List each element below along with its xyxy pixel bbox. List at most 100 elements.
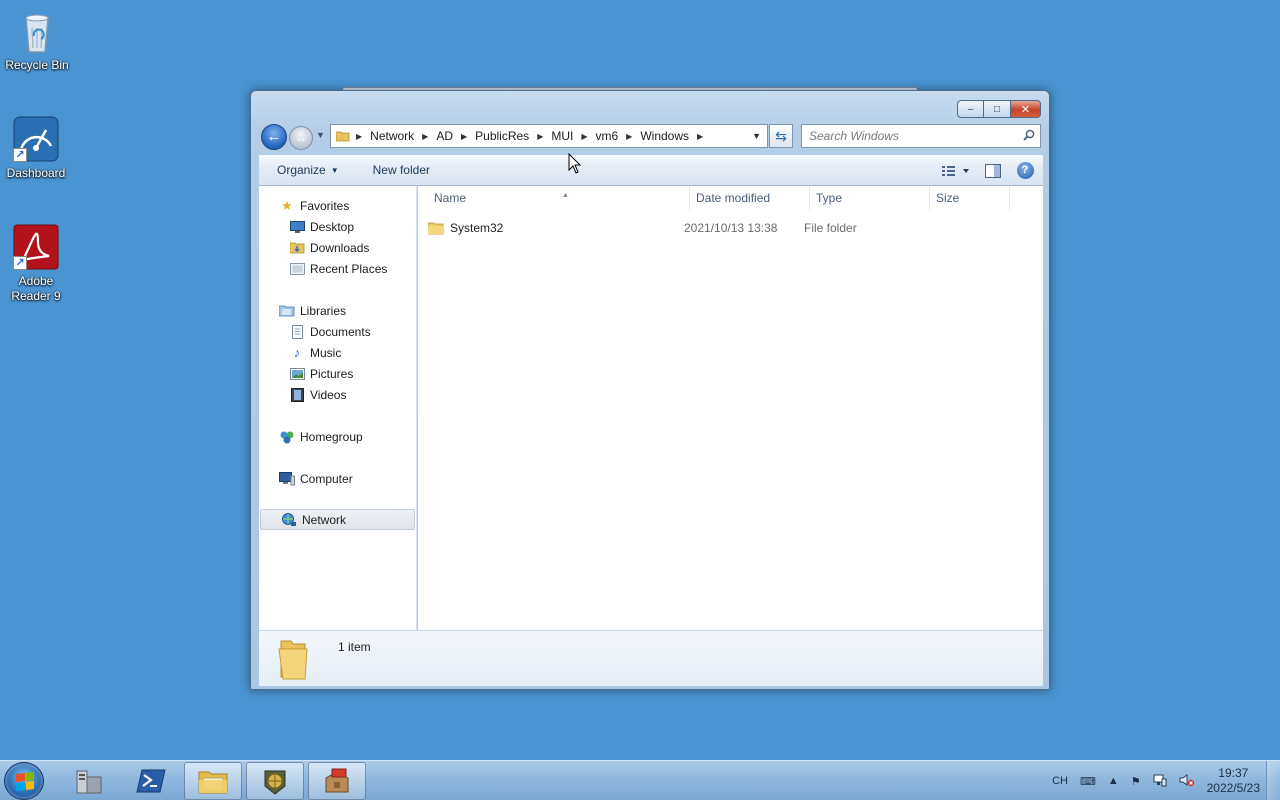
file-row[interactable]: System32 2021/10/13 13:38 File folder — [428, 218, 1028, 238]
desktop-icon-recycle-bin[interactable]: Recycle Bin — [1, 8, 73, 73]
nav-label: Computer — [300, 471, 353, 486]
preview-pane-button[interactable] — [979, 160, 1007, 182]
breadcrumb-ad[interactable]: AD — [436, 129, 453, 143]
caption-buttons: – □ ✕ — [957, 100, 1041, 118]
network-status-icon[interactable] — [1153, 773, 1167, 790]
organize-button[interactable]: Organize ▼ — [259, 163, 355, 177]
column-label: Date modified — [696, 191, 771, 205]
view-details-icon — [942, 165, 969, 176]
nav-homegroup[interactable]: Homegroup — [259, 426, 415, 447]
windows-logo-icon — [16, 772, 34, 791]
breadcrumb-network[interactable]: Network — [370, 129, 414, 143]
desktop-icon — [289, 220, 305, 234]
nav-label: Documents — [310, 324, 371, 339]
downloads-folder-icon — [289, 241, 305, 255]
column-header-name[interactable]: ▲ Name — [428, 186, 690, 211]
new-folder-button[interactable]: New folder — [355, 163, 446, 177]
folder-icon — [428, 222, 444, 235]
column-header-type[interactable]: Type — [810, 186, 930, 211]
refresh-button[interactable]: ⇆ — [769, 124, 793, 148]
clock[interactable]: 19:37 2022/5/23 — [1207, 766, 1260, 796]
nav-label: Homegroup — [300, 429, 363, 444]
explorer-icon — [198, 771, 228, 794]
nav-label: Videos — [310, 387, 347, 402]
breadcrumb-separator[interactable]: ▶ — [626, 132, 632, 141]
taskbar-powershell[interactable] — [122, 762, 180, 800]
breadcrumb-mui[interactable]: MUI — [551, 129, 573, 143]
nav-pictures[interactable]: Pictures — [259, 363, 415, 384]
breadcrumb-separator[interactable]: ▶ — [422, 132, 428, 141]
taskbar-windows-explorer[interactable] — [184, 762, 242, 800]
nav-computer[interactable]: Computer — [259, 468, 415, 489]
nav-label: Recent Places — [310, 261, 388, 276]
nav-recent-places[interactable]: Recent Places — [259, 258, 415, 279]
network-icon — [281, 512, 297, 527]
recycle-bin-icon — [14, 8, 60, 54]
keyboard-icon[interactable]: ⌨ — [1080, 775, 1096, 788]
nav-label: Desktop — [310, 219, 355, 234]
input-language-indicator[interactable]: CH — [1052, 775, 1068, 787]
system-tray: CH ⌨ ▲ ⚑ 19:37 2022/5/23 — [1052, 761, 1280, 800]
libraries-icon — [279, 304, 295, 318]
search-input[interactable]: Search Windows — [801, 124, 1041, 148]
change-view-button[interactable] — [937, 160, 975, 182]
column-header-date[interactable]: Date modified — [690, 186, 810, 211]
breadcrumb-separator[interactable]: ▶ — [697, 132, 703, 141]
breadcrumb-publicres[interactable]: PublicRes — [475, 129, 529, 143]
nav-label: Network — [302, 512, 347, 527]
close-button[interactable]: ✕ — [1011, 100, 1041, 118]
nav-music[interactable]: ♪ Music — [259, 342, 415, 363]
nav-favorites[interactable]: ★ Favorites — [259, 195, 415, 216]
command-bar: Organize ▼ New folder ? — [259, 155, 1043, 186]
desktop-icon-label: Adobe Reader 9 — [11, 274, 61, 303]
column-header-size[interactable]: Size — [930, 186, 1010, 211]
back-button[interactable]: ← — [261, 124, 287, 150]
server-manager-icon — [76, 770, 102, 794]
recent-pages-dropdown[interactable]: ▼ — [316, 130, 325, 140]
column-label: Name — [434, 191, 467, 205]
nav-videos[interactable]: Videos — [259, 384, 415, 405]
nav-documents[interactable]: Documents — [259, 321, 415, 342]
nav-desktop[interactable]: Desktop — [259, 216, 415, 237]
computer-icon — [279, 471, 295, 486]
documents-icon — [289, 324, 305, 339]
forward-button[interactable]: → — [289, 126, 313, 150]
file-list: ▲ Name Date modified Type Size System32 … — [418, 186, 1043, 630]
sort-ascending-icon: ▲ — [562, 192, 569, 199]
nav-label: Downloads — [310, 240, 370, 255]
action-center-flag-icon[interactable]: ⚑ — [1131, 775, 1141, 788]
desktop-icon-dashboard[interactable]: ↗ Dashboard — [0, 116, 72, 181]
breadcrumb-separator[interactable]: ▶ — [356, 132, 362, 141]
start-button[interactable] — [4, 762, 44, 800]
taskbar-network-tool[interactable] — [246, 762, 304, 800]
breadcrumb-windows[interactable]: Windows — [640, 129, 689, 143]
address-history-dropdown[interactable]: ▼ — [752, 131, 761, 141]
clock-time: 19:37 — [1218, 766, 1249, 780]
navigation-pane: ★ Favorites Desktop Downloads Recent Pla… — [259, 186, 417, 630]
new-folder-label: New folder — [372, 163, 430, 177]
taskbar-server-manager[interactable] — [60, 762, 118, 800]
dashboard-icon: ↗ — [13, 116, 59, 162]
search-icon[interactable] — [1023, 129, 1035, 141]
address-bar[interactable]: ▶ Network ▶ AD ▶ PublicRes ▶ MUI ▶ vm6 ▶… — [330, 124, 768, 148]
maximize-button[interactable]: □ — [984, 100, 1011, 118]
nav-libraries[interactable]: Libraries — [259, 300, 415, 321]
breadcrumb-separator[interactable]: ▶ — [461, 132, 467, 141]
desktop-icon-label: Recycle Bin — [5, 58, 69, 72]
taskbar-archive-tool[interactable] — [308, 762, 366, 800]
help-button[interactable]: ? — [1011, 160, 1039, 182]
show-desktop-button[interactable] — [1266, 761, 1280, 800]
breadcrumb-separator[interactable]: ▶ — [537, 132, 543, 141]
nav-label: Pictures — [310, 366, 354, 381]
minimize-button[interactable]: – — [957, 100, 984, 118]
show-hidden-icons-button[interactable]: ▲ — [1108, 775, 1119, 787]
adobe-reader-icon: ↗ — [13, 224, 59, 270]
desktop-icon-adobe-reader[interactable]: ↗ Adobe Reader 9 — [0, 224, 72, 304]
breadcrumb-vm6[interactable]: vm6 — [596, 129, 619, 143]
nav-network[interactable]: Network — [260, 509, 415, 530]
breadcrumb-separator[interactable]: ▶ — [581, 132, 587, 141]
preview-pane-icon — [985, 163, 1001, 178]
volume-muted-icon[interactable] — [1179, 773, 1195, 790]
nav-downloads[interactable]: Downloads — [259, 237, 415, 258]
item-count: 1 item — [338, 640, 371, 654]
